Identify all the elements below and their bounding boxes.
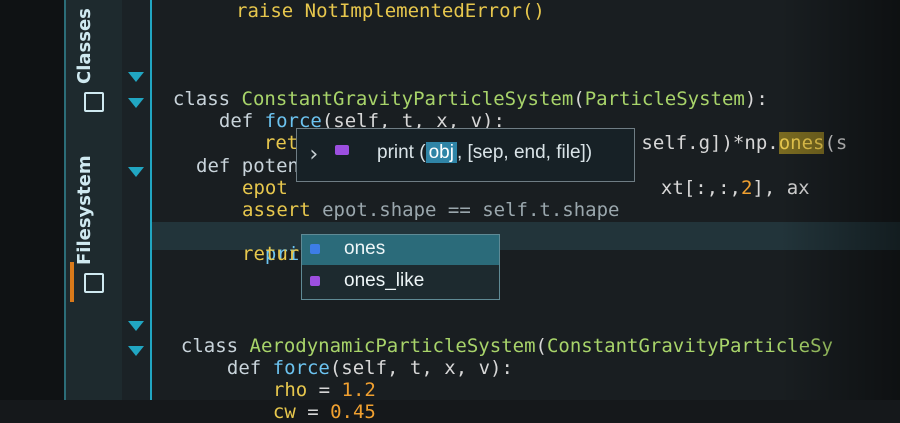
function-icon	[335, 145, 349, 155]
chevron-right-icon[interactable]: ›	[307, 142, 320, 167]
function-icon	[310, 244, 320, 254]
fold-toggle-1[interactable]	[128, 72, 144, 82]
left-sidebar	[0, 0, 64, 400]
signature-tooltip: › print (obj, [sep, end, file])	[296, 128, 635, 182]
code-line-raise: raise NotImplementedError()	[236, 0, 545, 22]
fold-toggle-5[interactable]	[128, 346, 144, 356]
vertical-tab-bar: Classes Filesystem	[64, 0, 124, 400]
editor-gutter	[122, 0, 154, 400]
signature-text: print (obj, [sep, end, file])	[377, 142, 593, 163]
tab-classes[interactable]: Classes	[74, 8, 95, 84]
autocomplete-item-ones-like[interactable]: ones_like	[302, 267, 499, 297]
fold-toggle-2[interactable]	[128, 98, 144, 108]
code-line-assert: assert epot.shape == self.t.shape	[242, 199, 620, 221]
autocomplete-popup: ones ones_like	[301, 234, 500, 300]
code-line-return-2: retur	[242, 243, 300, 265]
code-line-epot: epot	[242, 177, 288, 199]
active-tab-marker	[70, 262, 74, 302]
tab-filesystem[interactable]: Filesystem	[74, 155, 95, 265]
filesystem-icon	[84, 273, 104, 293]
fold-toggle-4[interactable]	[128, 321, 144, 331]
autocomplete-item-ones[interactable]: ones	[302, 235, 499, 265]
fold-toggle-3[interactable]	[128, 167, 144, 177]
classes-icon	[84, 92, 104, 112]
code-line-cw: cw = 0.45	[272, 401, 376, 423]
right-vignette	[780, 0, 900, 400]
code-line-def-poten: def poten	[196, 155, 299, 177]
function-icon	[310, 276, 320, 286]
signature-param-highlight: obj	[425, 142, 457, 163]
